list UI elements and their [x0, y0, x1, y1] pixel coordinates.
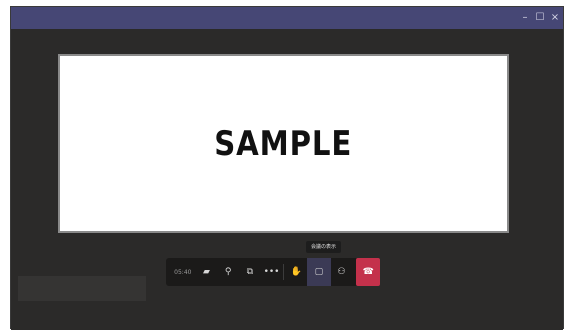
- hang-up-button[interactable]: ☎: [356, 258, 381, 286]
- meeting-content: SAMPLE 会議の表示 05:40 ▰ ⚲ ⧉ ••• ✋ ▢ ⚇ ☎: [11, 29, 563, 330]
- camera-button[interactable]: ▰: [196, 258, 218, 286]
- camera-icon: ▰: [203, 267, 210, 277]
- toolbar-divider: [283, 264, 285, 280]
- chat-icon: ▢: [314, 267, 324, 277]
- mic-off-icon: ⚲: [224, 267, 232, 277]
- close-icon[interactable]: ×: [547, 10, 563, 26]
- more-icon: •••: [263, 267, 280, 277]
- chat-button[interactable]: ▢: [307, 258, 331, 286]
- hand-icon: ✋: [290, 267, 302, 277]
- maximize-icon[interactable]: ☐: [532, 10, 548, 26]
- shared-screen: SAMPLE: [58, 54, 509, 233]
- people-icon: ⚇: [337, 267, 346, 277]
- call-toolbar: 05:40 ▰ ⚲ ⧉ ••• ✋ ▢ ⚇ ☎: [166, 258, 381, 286]
- share-button[interactable]: ⧉: [239, 258, 261, 286]
- share-screen-icon: ⧉: [246, 267, 254, 277]
- participants-button[interactable]: ⚇: [331, 258, 353, 286]
- shared-screen-text: SAMPLE: [214, 123, 353, 164]
- meeting-window: – ☐ × SAMPLE 会議の表示 05:40 ▰ ⚲ ⧉ ••• ✋ ▢ ⚇…: [10, 6, 564, 330]
- hang-up-icon: ☎: [362, 267, 374, 277]
- minimize-icon[interactable]: –: [517, 10, 533, 26]
- mic-button[interactable]: ⚲: [217, 258, 239, 286]
- raise-hand-button[interactable]: ✋: [285, 258, 307, 286]
- call-timer: 05:40: [174, 268, 192, 276]
- self-view-panel: [18, 276, 146, 301]
- more-button[interactable]: •••: [261, 258, 283, 286]
- title-bar: – ☐ ×: [11, 7, 563, 29]
- tooltip: 会議の表示: [306, 241, 342, 253]
